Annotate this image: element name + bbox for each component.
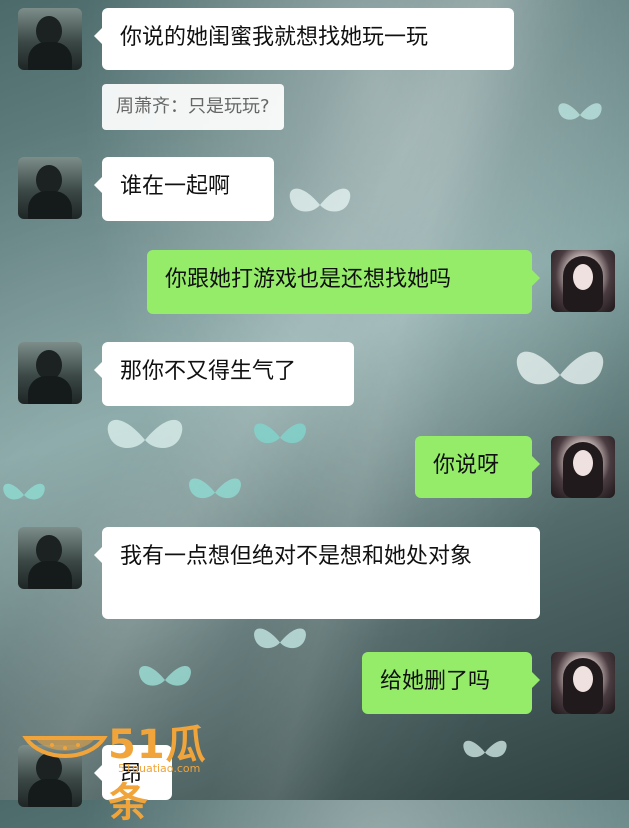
butterfly-icon: [254, 423, 306, 444]
message-bubble-outgoing[interactable]: 你说呀: [415, 436, 540, 498]
contact-avatar[interactable]: [18, 527, 82, 589]
message-bubble-incoming[interactable]: 谁在一起啊: [94, 157, 274, 221]
butterfly-icon: [289, 188, 351, 212]
message-bubble-outgoing[interactable]: 给她删了吗: [362, 652, 540, 714]
contact-avatar[interactable]: [18, 157, 82, 219]
avatar-face: [573, 264, 593, 290]
butterfly-icon: [189, 478, 241, 499]
contact-avatar[interactable]: [18, 8, 82, 70]
message-bubble-outgoing[interactable]: 你跟她打游戏也是还想找她吗: [147, 250, 540, 314]
butterfly-icon: [139, 665, 191, 686]
butterfly-icon: [107, 419, 183, 449]
avatar-body: [28, 42, 72, 70]
self-avatar[interactable]: [551, 652, 615, 714]
butterfly-icon: [516, 351, 604, 385]
self-avatar[interactable]: [551, 436, 615, 498]
butterfly-icon: [558, 103, 602, 120]
butterfly-icon: [3, 483, 45, 500]
avatar-body: [28, 191, 72, 219]
message-bubble-incoming[interactable]: 我有一点想但绝对不是想和她处对象: [94, 527, 540, 619]
contact-avatar[interactable]: [18, 342, 82, 404]
self-avatar[interactable]: [551, 250, 615, 312]
avatar-body: [28, 779, 72, 807]
butterfly-icon: [463, 740, 507, 758]
quoted-message[interactable]: 周萧齐：只是玩玩?: [102, 84, 284, 130]
butterfly-icon: [254, 628, 306, 649]
avatar-face: [573, 666, 593, 692]
watermark-url: 51guatiao.com: [118, 762, 201, 775]
watermark: 51瓜条 51guatiao.com: [22, 712, 222, 826]
avatar-body: [28, 376, 72, 404]
avatar-face: [573, 450, 593, 476]
watermelon-logo-icon: [22, 736, 108, 758]
message-bubble-incoming[interactable]: 你说的她闺蜜我就想找她玩一玩: [94, 8, 514, 70]
message-bubble-incoming[interactable]: 那你不又得生气了: [94, 342, 354, 406]
avatar-body: [28, 561, 72, 589]
